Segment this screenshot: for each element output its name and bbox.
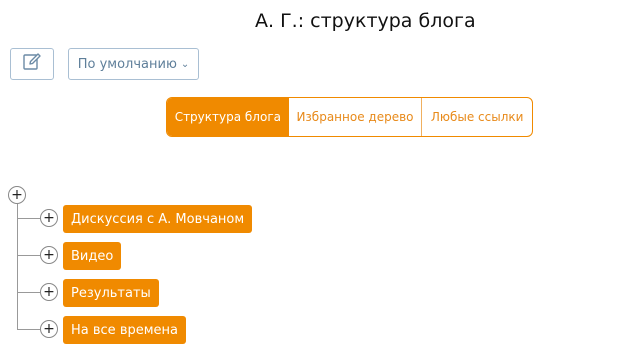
- sort-dropdown[interactable]: По умолчанию ⌄: [68, 48, 199, 80]
- tab-any-links[interactable]: Любые ссылки: [422, 98, 532, 136]
- view-tabs: Структура блога Избранное дерево Любые с…: [166, 97, 533, 137]
- tree-node[interactable]: Результаты: [63, 279, 159, 307]
- tab-favorite-tree[interactable]: Избранное дерево: [289, 98, 423, 136]
- edit-icon: [22, 52, 42, 76]
- tree-node[interactable]: Видео: [63, 242, 122, 270]
- tree-connector: [17, 329, 40, 330]
- expand-button[interactable]: +: [40, 209, 58, 227]
- sort-label: По умолчанию: [77, 56, 177, 72]
- tree-root-expand-button[interactable]: +: [8, 186, 26, 204]
- tree-node[interactable]: На все времена: [63, 316, 186, 344]
- tree-connector: [17, 204, 18, 330]
- expand-button[interactable]: +: [40, 246, 58, 264]
- edit-button[interactable]: [10, 48, 54, 80]
- tab-blog-structure[interactable]: Структура блога: [167, 98, 289, 136]
- expand-button[interactable]: +: [40, 283, 58, 301]
- chevron-down-icon: ⌄: [180, 58, 190, 70]
- expand-button[interactable]: +: [40, 320, 58, 338]
- tree-node[interactable]: Дискуссия с А. Мовчаном: [63, 205, 253, 233]
- tree-connector: [17, 255, 40, 256]
- page-title: А. Г.: структура блога: [255, 10, 476, 32]
- tree-connector: [17, 292, 40, 293]
- tree-connector: [17, 218, 40, 219]
